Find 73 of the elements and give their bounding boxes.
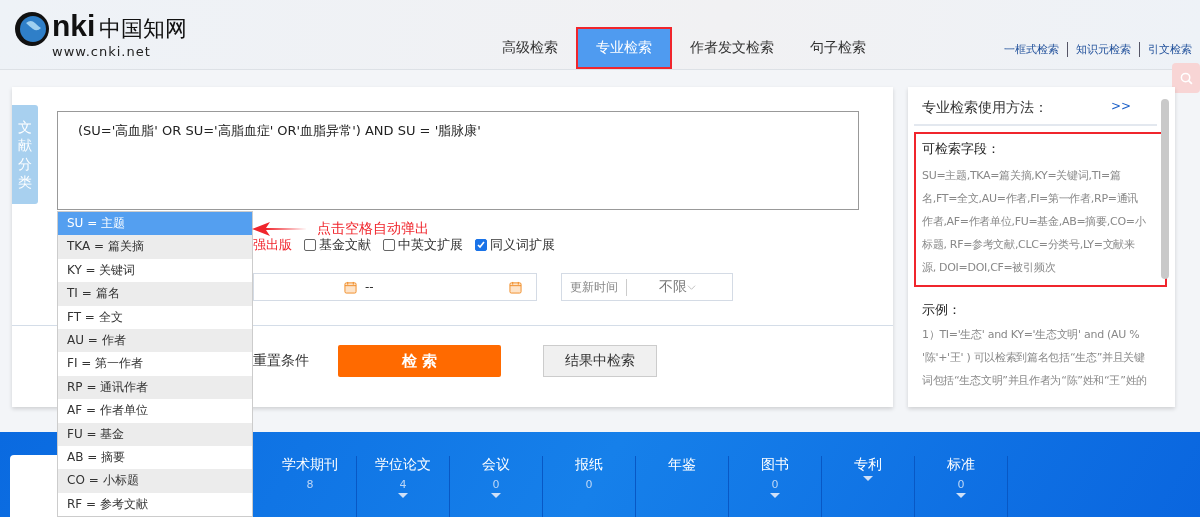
logo-url: www.cnki.net bbox=[52, 44, 152, 59]
fields-title: 可检索字段： bbox=[922, 140, 1001, 158]
caret-icon bbox=[770, 493, 780, 498]
nav-tab[interactable]: 高级检索 bbox=[484, 27, 576, 69]
logo-text: nki bbox=[52, 11, 96, 41]
category-tab[interactable]: 学术期刊 bbox=[282, 456, 338, 474]
search-icon bbox=[1179, 71, 1193, 85]
checkbox-label: 中英文扩展 bbox=[398, 236, 463, 254]
checkbox-label: 同义词扩展 bbox=[490, 236, 555, 254]
dropdown-item[interactable]: AB = 摘要 bbox=[58, 445, 252, 470]
scrollbar-thumb[interactable] bbox=[1161, 99, 1169, 279]
example-text-line: '陈'+'王' ) 可以检索到篇名包括“生态”并且关键 bbox=[922, 350, 1146, 366]
category-count: 0 bbox=[771, 478, 779, 491]
more-link[interactable]: >> bbox=[1110, 99, 1131, 117]
category-tab[interactable]: 标准 bbox=[947, 456, 975, 474]
dropdown-item[interactable]: FI = 第一作者 bbox=[58, 352, 252, 376]
category-tab[interactable]: 报纸 bbox=[575, 456, 603, 474]
category-tab[interactable]: 专利 bbox=[854, 456, 882, 474]
dropdown-item[interactable]: RP = 通讯作者 bbox=[58, 375, 252, 400]
dropdown-item[interactable]: KY = 关键词 bbox=[58, 258, 252, 283]
quick-link[interactable]: 知识元检索 bbox=[1067, 42, 1131, 57]
date-range-field[interactable]: -- bbox=[253, 273, 537, 301]
fields-text-line: 源, DOI=DOI,CF=被引频次 bbox=[922, 260, 1057, 276]
example-text-line: 词包括“生态文明”并且作者为“陈”姓和“王”姓的 bbox=[922, 373, 1148, 389]
search-within-button[interactable]: 结果中检索 bbox=[543, 345, 657, 377]
globe-icon bbox=[14, 11, 50, 47]
caret-icon bbox=[863, 476, 873, 481]
dropdown-item[interactable]: AF = 作者单位 bbox=[58, 399, 252, 423]
date-separator: -- bbox=[365, 280, 374, 294]
logo-chinese-text: 中国知网 bbox=[99, 15, 188, 43]
fields-text-line: SU=主题,TKA=篇关摘,KY=关键词,TI=篇 bbox=[922, 168, 1122, 184]
checkbox-label: 基金文献 bbox=[319, 236, 371, 254]
fields-text-line: 作者,AF=作者单位,FU=基金,AB=摘要,CO=小 bbox=[922, 214, 1147, 230]
update-time-select[interactable]: 更新时间 不限 bbox=[561, 273, 733, 301]
category-tab[interactable]: 图书 bbox=[761, 456, 789, 474]
annotation-text: 点击空格自动弹出 bbox=[317, 220, 429, 238]
quick-link[interactable]: 一框式检索 bbox=[1004, 42, 1059, 57]
checkbox[interactable] bbox=[383, 239, 395, 251]
nav-tab[interactable]: 作者发文检索 bbox=[672, 27, 792, 69]
category-count: 0 bbox=[957, 478, 965, 491]
caret-icon bbox=[956, 493, 966, 498]
category-count: 0 bbox=[585, 478, 593, 491]
dropdown-item[interactable]: CO = 小标题 bbox=[58, 469, 252, 493]
help-title: 专业检索使用方法： bbox=[922, 99, 1048, 117]
calendar-icon bbox=[509, 280, 522, 294]
checkbox[interactable] bbox=[304, 239, 316, 251]
example-text-line: 1）TI='生态' and KY='生态文明' and (AU % bbox=[922, 327, 1141, 343]
checkbox[interactable] bbox=[475, 239, 487, 251]
caret-icon bbox=[398, 493, 408, 498]
category-tab[interactable]: 会议 bbox=[482, 456, 510, 474]
category-tab[interactable]: 年鉴 bbox=[668, 456, 696, 474]
dropdown-item[interactable]: AU = 作者 bbox=[58, 328, 252, 353]
dropdown-item[interactable]: RF = 参考文献 bbox=[58, 492, 252, 517]
update-time-value: 不限 bbox=[659, 278, 687, 296]
reset-link[interactable]: 重置条件 bbox=[253, 352, 338, 370]
dropdown-item[interactable]: TKA = 篇关摘 bbox=[58, 235, 252, 259]
dropdown-item[interactable]: FU = 基金 bbox=[58, 422, 252, 446]
category-count: 4 bbox=[399, 478, 407, 491]
category-count: 0 bbox=[492, 478, 500, 491]
calendar-icon bbox=[344, 280, 357, 294]
fields-text-line: 名,FT=全文,AU=作者,FI=第一作者,RP=通讯 bbox=[922, 191, 1140, 207]
dropdown-item[interactable]: TI = 篇名 bbox=[58, 282, 252, 306]
query-input[interactable]: (SU='高血脂' OR SU='高脂血症' OR'血脂异常') AND SU = '脂脉康' bbox=[57, 111, 859, 210]
fields-text-line: 标题, RF=参考文献,CLC=分类号,LY=文献来 bbox=[922, 237, 1136, 253]
category-count: 8 bbox=[306, 478, 314, 491]
quick-link[interactable]: 引文检索 bbox=[1139, 42, 1192, 57]
nav-tab[interactable]: 句子检索 bbox=[792, 27, 884, 69]
note-text: 强出版 bbox=[253, 236, 292, 254]
update-time-label: 更新时间 bbox=[562, 278, 627, 296]
dropdown-item[interactable]: FT = 全文 bbox=[58, 305, 252, 329]
category-tab[interactable]: 学位论文 bbox=[375, 456, 431, 474]
caret-icon bbox=[491, 493, 501, 498]
example-title: 示例： bbox=[922, 301, 962, 319]
